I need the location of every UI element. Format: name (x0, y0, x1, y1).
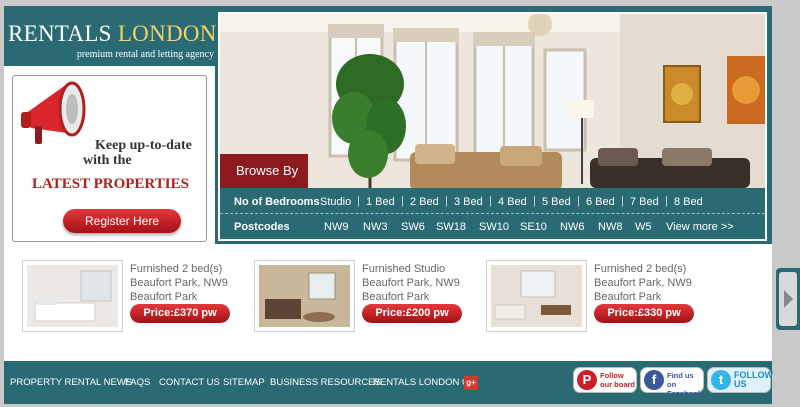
promo-title: LATEST PROPERTIES (32, 176, 189, 192)
bedroom-link-5[interactable]: 5 Bed (542, 196, 571, 208)
twitter-button[interactable]: t FOLLOW US (707, 367, 773, 393)
separator: | (401, 195, 404, 207)
property-thumbnail[interactable] (22, 260, 123, 332)
left-panel: Keep up-to-date with the LATEST PROPERTI… (4, 66, 215, 244)
page-frame: RENTALS LONDON premium rental and lettin… (4, 6, 773, 404)
bedrooms-row: No of Bedrooms Studio | 1 Bed | 2 Bed | … (220, 190, 765, 214)
separator: | (577, 195, 580, 207)
price-button[interactable]: Price:£200 pw (362, 304, 462, 323)
view-more-link[interactable]: View more >> (666, 221, 734, 233)
listing-address: Beaufort Park, NW9 (130, 277, 228, 289)
chevron-right-icon (779, 272, 797, 326)
separator: | (445, 195, 448, 207)
price-button[interactable]: Price:£370 pw (130, 304, 230, 323)
twitter-icon: t (711, 370, 731, 390)
promo-line-2: with the (83, 153, 132, 168)
bedroom-photo (27, 265, 118, 327)
facebook-button[interactable]: f Find us on Facebook (640, 367, 704, 398)
hero-banner: Browse By No of Bedrooms Studio | 1 Bed … (218, 12, 767, 241)
postcode-link-sw10[interactable]: SW10 (479, 221, 509, 233)
bedrooms-label: No of Bedrooms (234, 196, 320, 208)
twitter-label: FOLLOW US (734, 370, 773, 389)
promo-line-1: Keep up-to-date (95, 138, 192, 153)
listing-details: Furnished Studio Beaufort Park, NW9 Beau… (362, 262, 460, 304)
postcode-link-sw6[interactable]: SW6 (401, 221, 425, 233)
bedroom-link-studio[interactable]: Studio (320, 196, 351, 208)
facebook-icon: f (644, 370, 664, 390)
bedroom-link-1[interactable]: 1 Bed (366, 196, 395, 208)
separator: | (357, 195, 360, 207)
listing-area: Beaufort Park (130, 291, 198, 303)
separator: | (621, 195, 624, 207)
property-thumbnail[interactable] (486, 260, 587, 332)
footer-link-rentals-london-on[interactable]: RENTALS LONDON ON (373, 377, 476, 388)
browse-filter-bar: No of Bedrooms Studio | 1 Bed | 2 Bed | … (220, 188, 765, 239)
listing-address: Beaufort Park, NW9 (594, 277, 692, 289)
postcode-link-nw9[interactable]: NW9 (324, 221, 348, 233)
facebook-label: Find us on Facebook (667, 371, 703, 398)
header: RENTALS LONDON premium rental and lettin… (4, 6, 772, 244)
bedroom-link-2[interactable]: 2 Bed (410, 196, 439, 208)
footer: PROPERTY RENTAL NEWS FAQS CONTACT US SIT… (4, 361, 773, 404)
footer-link-sitemap[interactable]: SITEMAP (223, 377, 265, 388)
listing-type: Furnished Studio (362, 263, 446, 275)
postcode-link-nw3[interactable]: NW3 (363, 221, 387, 233)
property-card[interactable]: Furnished 2 bed(s) Beaufort Park, NW9 Be… (486, 260, 706, 338)
pinterest-icon: P (577, 370, 597, 390)
postcode-link-nw6[interactable]: NW6 (560, 221, 584, 233)
bedroom-link-7[interactable]: 7 Bed (630, 196, 659, 208)
side-scroll-tab[interactable] (776, 268, 800, 330)
property-card[interactable]: Furnished 2 bed(s) Beaufort Park, NW9 Be… (22, 260, 242, 338)
postcode-link-sw18[interactable]: SW18 (436, 221, 466, 233)
site-logo[interactable]: RENTALS LONDON premium rental and lettin… (4, 16, 216, 66)
postcode-link-se10[interactable]: SE10 (520, 221, 547, 233)
studio-photo (259, 265, 350, 327)
postcodes-row: Postcodes NW9 NW3 SW6 SW18 SW10 SE10 NW6… (220, 215, 765, 239)
property-card[interactable]: Furnished Studio Beaufort Park, NW9 Beau… (254, 260, 474, 338)
pinterest-button[interactable]: P Follow our board (573, 367, 637, 393)
postcode-link-w5[interactable]: W5 (635, 221, 652, 233)
postcode-link-nw8[interactable]: NW8 (598, 221, 622, 233)
latest-properties-promo: Keep up-to-date with the LATEST PROPERTI… (12, 75, 207, 242)
browse-by-tab: Browse By (220, 154, 308, 188)
listing-area: Beaufort Park (594, 291, 662, 303)
megaphone-icon (21, 81, 86, 144)
listing-area: Beaufort Park (362, 291, 430, 303)
property-thumbnail[interactable] (254, 260, 355, 332)
bedroom-link-8[interactable]: 8 Bed (674, 196, 703, 208)
pinterest-label: Follow our board (600, 371, 635, 389)
footer-link-news[interactable]: PROPERTY RENTAL NEWS (10, 377, 132, 388)
listing-type: Furnished 2 bed(s) (594, 263, 687, 275)
footer-link-business-resources[interactable]: BUSINESS RESOURCES (270, 377, 381, 388)
google-plus-icon[interactable]: g+ (464, 376, 478, 390)
logo-tagline: premium rental and letting agency (76, 49, 214, 60)
listing-address: Beaufort Park, NW9 (362, 277, 460, 289)
listing-details: Furnished 2 bed(s) Beaufort Park, NW9 Be… (130, 262, 228, 304)
footer-link-faqs[interactable]: FAQS (125, 377, 150, 388)
property-listings: Furnished 2 bed(s) Beaufort Park, NW9 Be… (4, 254, 772, 344)
listing-details: Furnished 2 bed(s) Beaufort Park, NW9 Be… (594, 262, 692, 304)
postcodes-label: Postcodes (234, 221, 290, 233)
bedroom-link-4[interactable]: 4 Bed (498, 196, 527, 208)
bedroom-link-3[interactable]: 3 Bed (454, 196, 483, 208)
register-button[interactable]: Register Here (63, 209, 181, 233)
separator: | (533, 195, 536, 207)
listing-type: Furnished 2 bed(s) (130, 263, 223, 275)
price-button[interactable]: Price:£330 pw (594, 304, 694, 323)
logo-text: RENTALS LONDON (8, 21, 217, 46)
separator: | (489, 195, 492, 207)
footer-link-contact[interactable]: CONTACT US (159, 377, 220, 388)
bedroom-link-6[interactable]: 6 Bed (586, 196, 615, 208)
lounge-photo (491, 265, 582, 327)
separator: | (665, 195, 668, 207)
